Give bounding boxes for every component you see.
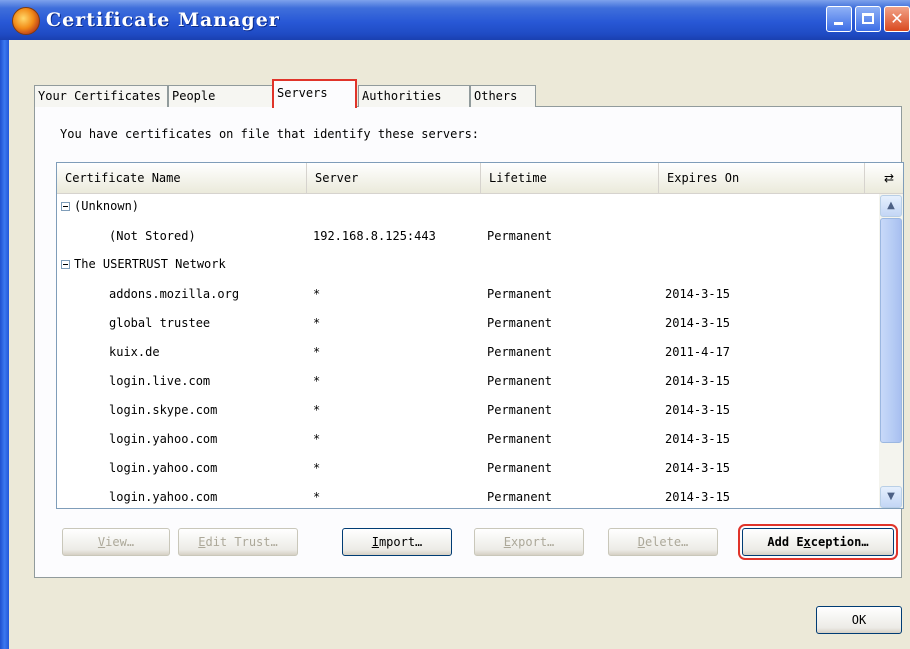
export-button[interactable]: Export… <box>474 528 584 556</box>
tab-people[interactable]: People <box>168 85 275 107</box>
export-label-post: xport… <box>510 535 555 549</box>
minimize-icon <box>834 22 843 25</box>
maximize-button[interactable] <box>855 6 881 32</box>
expires-on-cell: 2011-4-17 <box>665 345 731 359</box>
server-cell: * <box>313 403 321 417</box>
scroll-down-icon[interactable]: ▼ <box>880 486 902 508</box>
add-exception-button[interactable]: Add Exception… <box>738 524 898 560</box>
add-exception-label-pre: Add E <box>767 535 804 549</box>
server-cell: * <box>313 461 321 475</box>
vertical-scrollbar[interactable]: ▲ ▼ <box>879 194 903 508</box>
delete-button[interactable]: Delete… <box>608 528 718 556</box>
close-icon: ✕ <box>890 9 904 28</box>
add-exception-label-post: ception… <box>810 535 869 549</box>
tree-group-row[interactable]: (Unknown) <box>57 194 879 220</box>
scroll-up-icon[interactable]: ▲ <box>880 195 902 217</box>
certificate-name-cell: addons.mozilla.org <box>109 287 240 301</box>
minimize-button[interactable] <box>826 6 852 32</box>
maximize-icon <box>862 13 874 24</box>
column-header-expires-on[interactable]: Expires On <box>659 163 865 193</box>
server-cell: * <box>313 374 321 388</box>
title-bar[interactable]: Certificate Manager ✕ <box>0 0 910 40</box>
certificate-name-cell: login.skype.com <box>109 403 218 417</box>
certificate-name-cell: kuix.de <box>109 345 160 359</box>
server-cell: * <box>313 432 321 446</box>
group-label: The USERTRUST Network <box>74 257 226 271</box>
expires-on-cell: 2014-3-15 <box>665 403 731 417</box>
delete-label-post: elete… <box>644 535 689 549</box>
tree-group-row[interactable]: The USERTRUST Network <box>57 252 879 278</box>
expires-on-cell: 2014-3-15 <box>665 287 731 301</box>
collapse-icon[interactable] <box>61 260 70 269</box>
lifetime-cell: Permanent <box>487 490 553 504</box>
window-title: Certificate Manager <box>46 9 280 31</box>
certificate-name-cell: login.yahoo.com <box>109 432 218 446</box>
column-header-certificate-name[interactable]: Certificate Name <box>57 163 307 193</box>
tree-item-row[interactable]: (Not Stored) 192.168.8.125:443 Permanent <box>57 223 879 249</box>
scroll-thumb[interactable] <box>880 218 902 443</box>
import-accesskey: I <box>371 535 379 549</box>
certificate-manager-window: Certificate Manager ✕ Your Certificates … <box>0 0 910 649</box>
certificate-name-cell: login.yahoo.com <box>109 461 218 475</box>
lifetime-cell: Permanent <box>487 287 553 301</box>
tree-item-row[interactable]: kuix.de * Permanent 2011-4-17 <box>57 339 879 365</box>
window-left-border <box>0 0 9 649</box>
certificate-tree[interactable]: Certificate Name Server Lifetime Expires… <box>56 162 904 509</box>
certificate-name-cell: global trustee <box>109 316 211 330</box>
tree-rows: (Unknown) (Not Stored) 192.168.8.125:443 Pe… <box>57 194 879 508</box>
import-label-post: mport… <box>378 535 423 549</box>
delete-accesskey: D <box>637 535 645 549</box>
expires-on-cell: 2014-3-15 <box>665 432 731 446</box>
expires-on-cell: 2014-3-15 <box>665 374 731 388</box>
server-cell: 192.168.8.125:443 <box>313 229 436 243</box>
tree-header: Certificate Name Server Lifetime Expires… <box>57 163 903 194</box>
server-cell: * <box>313 490 321 504</box>
tree-item-row[interactable]: addons.mozilla.org * Permanent 2014-3-15 <box>57 281 879 307</box>
view-button-label-post: iew… <box>105 535 135 549</box>
view-button[interactable]: View… <box>62 528 170 556</box>
expires-on-cell: 2014-3-15 <box>665 461 731 475</box>
certificate-name-cell: login.live.com <box>109 374 211 388</box>
lifetime-cell: Permanent <box>487 229 553 243</box>
column-header-server[interactable]: Server <box>307 163 481 193</box>
tab-others[interactable]: Others <box>470 85 536 107</box>
lifetime-cell: Permanent <box>487 432 553 446</box>
tab-authorities[interactable]: Authorities <box>358 85 470 107</box>
certificate-name-cell: login.yahoo.com <box>109 490 218 504</box>
expires-on-cell: 2014-3-15 <box>665 490 731 504</box>
ok-button[interactable]: OK <box>816 606 902 634</box>
intro-text: You have certificates on file that ident… <box>60 127 480 141</box>
server-cell: * <box>313 316 321 330</box>
tab-servers[interactable]: Servers <box>272 79 357 108</box>
import-button[interactable]: Import… <box>342 528 452 556</box>
expires-on-cell: 2014-3-15 <box>665 316 731 330</box>
tree-item-row[interactable]: login.skype.com * Permanent 2014-3-15 <box>57 397 879 423</box>
column-header-lifetime[interactable]: Lifetime <box>481 163 659 193</box>
collapse-icon[interactable] <box>61 202 70 211</box>
tree-item-row[interactable]: login.yahoo.com * Permanent 2014-3-15 <box>57 484 879 508</box>
lifetime-cell: Permanent <box>487 316 553 330</box>
close-button[interactable]: ✕ <box>884 6 910 32</box>
column-picker-icon[interactable]: ⇄ <box>881 163 897 193</box>
edit-trust-button[interactable]: Edit Trust… <box>178 528 298 556</box>
add-exception-accesskey: x <box>803 535 811 549</box>
tree-item-row[interactable]: global trustee * Permanent 2014-3-15 <box>57 310 879 336</box>
lifetime-cell: Permanent <box>487 374 553 388</box>
tree-item-row[interactable]: login.yahoo.com * Permanent 2014-3-15 <box>57 455 879 481</box>
tree-item-row[interactable]: login.yahoo.com * Permanent 2014-3-15 <box>57 426 879 452</box>
edit-trust-label-post: dit Trust… <box>205 535 278 549</box>
tree-item-row[interactable]: login.live.com * Permanent 2014-3-15 <box>57 368 879 394</box>
group-label: (Unknown) <box>74 199 140 213</box>
certificate-name-cell: (Not Stored) <box>109 229 196 243</box>
lifetime-cell: Permanent <box>487 461 553 475</box>
tab-your-certificates[interactable]: Your Certificates <box>34 85 168 107</box>
server-cell: * <box>313 287 321 301</box>
lifetime-cell: Permanent <box>487 345 553 359</box>
export-accesskey: E <box>503 535 511 549</box>
firefox-icon <box>12 7 40 35</box>
lifetime-cell: Permanent <box>487 403 553 417</box>
server-cell: * <box>313 345 321 359</box>
